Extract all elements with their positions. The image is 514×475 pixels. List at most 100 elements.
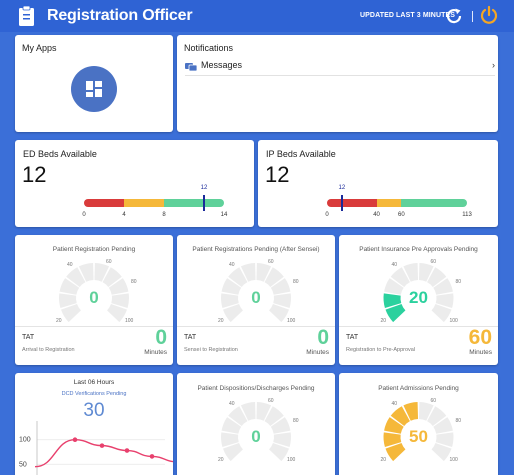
apps-grid-icon bbox=[86, 81, 102, 97]
my-apps-card: My Apps bbox=[15, 35, 173, 132]
tat-label: TAT bbox=[22, 334, 35, 341]
tat-row: TAT Registration to Pre-Approval 60 Minu… bbox=[339, 326, 498, 364]
card-title: My Apps bbox=[22, 43, 57, 53]
updated-status: UPDATED LAST 3 MINUTES bbox=[360, 12, 456, 19]
notification-item-messages[interactable]: Messages › bbox=[185, 58, 495, 76]
gauge-tick-label: 20 bbox=[381, 457, 387, 463]
dcd-verifications-card: Last 06 Hours DCD Verifications Pending … bbox=[15, 373, 173, 475]
gauge-value: 0 bbox=[251, 427, 261, 446]
scale-tick-label: 4 bbox=[122, 212, 126, 218]
tat-value: 0 bbox=[155, 326, 167, 349]
scale-marker bbox=[203, 195, 205, 211]
gauge-tick-label: 80 bbox=[293, 279, 299, 285]
gauge-tick-label: 80 bbox=[456, 418, 462, 424]
scale-tick-label: 0 bbox=[82, 212, 86, 218]
gauge-value: 20 bbox=[409, 288, 428, 307]
gauge-card-registration: Patient Registration Pending 40 60 80 20 100… bbox=[15, 235, 173, 365]
gauge-tick-label: 60 bbox=[268, 259, 274, 265]
card-title: IP Beds Available bbox=[266, 149, 336, 159]
gauge-dial: 40 60 80 20 100 bbox=[218, 398, 299, 463]
gauge-tick-label: 20 bbox=[218, 457, 224, 463]
apps-button[interactable] bbox=[71, 66, 117, 112]
line-chart: 100 50 bbox=[19, 421, 173, 475]
tat-label: TAT bbox=[184, 334, 197, 341]
card-title: ED Beds Available bbox=[23, 149, 97, 159]
scale-segment bbox=[376, 199, 402, 207]
scale-tick-label: 0 bbox=[325, 212, 329, 218]
page-title: Registration Officer bbox=[47, 7, 193, 24]
gauge-dial: 40 60 80 20 100 bbox=[381, 259, 462, 324]
gauge-tick-label: 60 bbox=[106, 259, 112, 265]
scale-marker bbox=[340, 195, 343, 211]
gauge-value: 0 bbox=[251, 288, 261, 307]
gauge-tick-label: 40 bbox=[229, 401, 235, 407]
ed-beds-card: ED Beds Available 12 12 0 4 8 14 bbox=[15, 140, 254, 227]
gauge-tick-label: 20 bbox=[381, 318, 387, 324]
tat-value: 60 bbox=[468, 326, 492, 349]
beds-value: 12 bbox=[265, 162, 290, 187]
gauge-card-admissions: Patient Admissions Pending 40 60 80 20 100 5… bbox=[339, 373, 498, 475]
gauge-tick-label: 20 bbox=[218, 318, 224, 324]
gauge-tick-label: 60 bbox=[431, 398, 437, 404]
gauge-tick-label: 100 bbox=[287, 457, 296, 463]
gauge-dial: 40 60 80 20 100 bbox=[218, 259, 299, 324]
ip-beds-card: IP Beds Available 12 12 0 40 60 113 bbox=[258, 140, 498, 227]
tat-unit: Minutes bbox=[144, 349, 167, 356]
notification-label: Messages bbox=[201, 60, 243, 70]
clipboard-icon bbox=[19, 6, 34, 26]
notifications-card: Notifications Messages › bbox=[177, 35, 498, 132]
tat-sub: Registration to Pre-Approval bbox=[346, 347, 416, 353]
beds-value: 12 bbox=[22, 162, 47, 187]
chart-tick-label: 100 bbox=[19, 437, 31, 444]
gauge-tick-label: 80 bbox=[293, 418, 299, 424]
gauge-tick-label: 100 bbox=[450, 457, 459, 463]
scale-segment bbox=[164, 199, 224, 207]
gauge-value: 50 bbox=[409, 427, 428, 446]
scale-tick-label: 60 bbox=[397, 212, 405, 218]
gauge-card-dispositions: Patient Dispositions/Discharges Pending … bbox=[177, 373, 335, 475]
gauge-tick-label: 100 bbox=[125, 318, 134, 324]
scale-tick-label: 113 bbox=[462, 212, 472, 218]
gauge-tick-label: 100 bbox=[287, 318, 296, 324]
chart-tick-label: 50 bbox=[19, 461, 27, 468]
tat-sub: Sensei to Registration bbox=[184, 347, 238, 353]
header-divider bbox=[472, 11, 473, 22]
tat-value: 0 bbox=[317, 326, 329, 349]
chart-point bbox=[124, 448, 130, 453]
scale-segment bbox=[124, 199, 164, 207]
gauge-tick-label: 80 bbox=[131, 279, 137, 285]
tat-row: TAT Arrival to Registration 0 Minutes bbox=[15, 326, 173, 364]
gauge-tick-label: 40 bbox=[67, 262, 73, 268]
gauge-tick-label: 40 bbox=[229, 262, 235, 268]
gauge-card-insurance: Patient Insurance Pre Approvals Pending … bbox=[339, 235, 498, 365]
gauge-dial: 40 60 80 20 100 bbox=[56, 259, 137, 324]
chart-series-line bbox=[34, 439, 173, 468]
tat-sub: Arrival to Registration bbox=[22, 347, 75, 353]
scale-tick-label: 14 bbox=[220, 212, 228, 218]
refresh-icon[interactable] bbox=[444, 6, 464, 26]
gauge-tick-label: 100 bbox=[450, 318, 459, 324]
chart-point bbox=[149, 454, 155, 459]
chart-point bbox=[99, 443, 105, 448]
tat-label: TAT bbox=[346, 334, 359, 341]
power-icon[interactable] bbox=[478, 4, 500, 26]
app-header: Registration Officer UPDATED LAST 3 MINU… bbox=[0, 0, 514, 32]
scale-segment bbox=[84, 199, 124, 207]
scale-tick-label: 8 bbox=[162, 212, 166, 218]
gauge-dial: 40 60 80 20 100 bbox=[381, 398, 462, 463]
gauge-card-after-sensei: Patient Registrations Pending (After Sen… bbox=[177, 235, 335, 365]
chart-point bbox=[72, 437, 78, 443]
gauge-tick-label: 80 bbox=[456, 279, 462, 285]
tat-row: TAT Sensei to Registration 0 Minutes bbox=[177, 326, 335, 364]
scale-tick-label: 40 bbox=[373, 212, 380, 218]
card-title: Notifications bbox=[184, 43, 234, 53]
tat-unit: Minutes bbox=[306, 349, 329, 356]
scale-segment bbox=[327, 199, 377, 207]
gauge-tick-label: 60 bbox=[431, 259, 437, 265]
gauge-value: 0 bbox=[89, 288, 99, 307]
scale-marker-label: 12 bbox=[338, 185, 346, 191]
chevron-right-icon: › bbox=[492, 60, 495, 70]
gauge-tick-label: 60 bbox=[268, 398, 274, 404]
messages-icon bbox=[185, 63, 197, 71]
scale-marker-label: 12 bbox=[200, 185, 208, 191]
